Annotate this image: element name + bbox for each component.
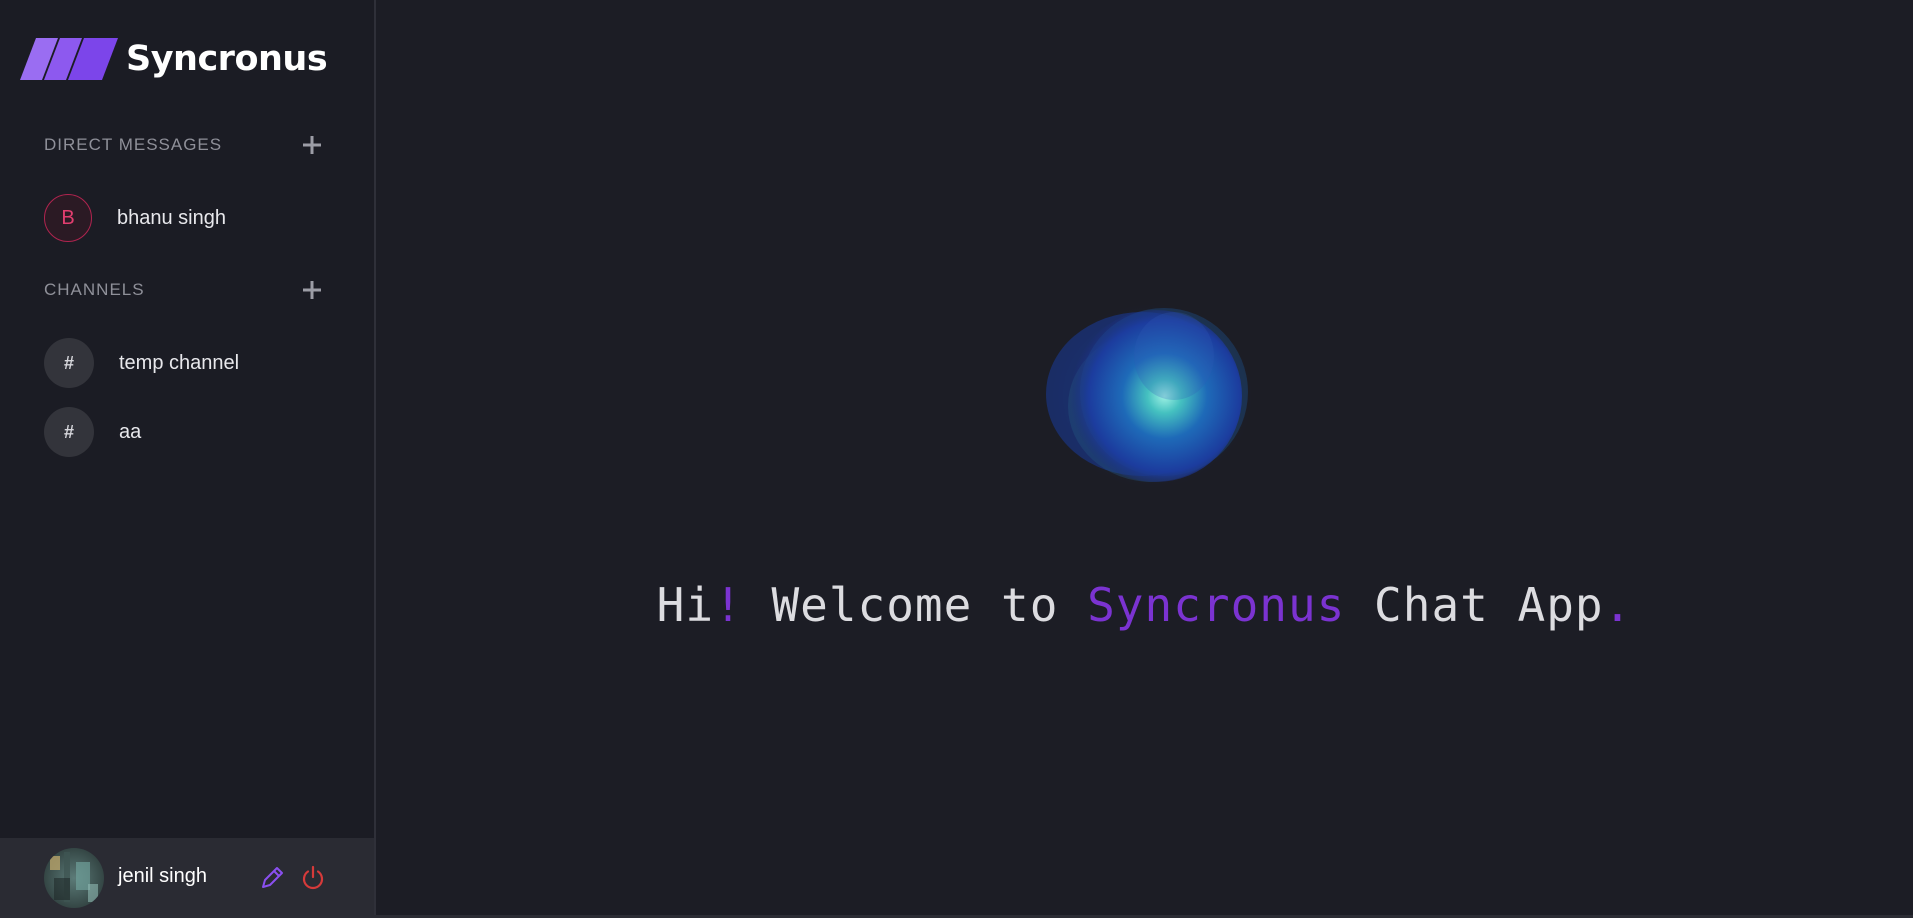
welcome-text: Welcome to [742, 578, 1088, 632]
plus-icon [303, 136, 321, 154]
add-channel-button[interactable] [298, 276, 326, 304]
direct-messages-header: DIRECT MESSAGES [44, 130, 326, 160]
profile-bar: jenil singh [0, 838, 374, 918]
welcome-period: . [1603, 578, 1633, 632]
channel-hash-icon: # [44, 407, 94, 457]
welcome-app-name: Syncronus [1087, 578, 1346, 632]
syncronus-logo-icon [20, 38, 118, 80]
dm-item-bhanu-singh[interactable]: B bhanu singh [44, 192, 326, 244]
profile-name: jenil singh [118, 865, 207, 887]
welcome-suffix: Chat App [1345, 578, 1604, 632]
profile-avatar[interactable] [44, 848, 104, 908]
power-icon [302, 865, 324, 890]
dm-avatar: B [44, 194, 92, 242]
plus-icon [303, 281, 321, 299]
welcome-message: Hi! Welcome to Syncronus Chat App. [376, 578, 1913, 632]
add-direct-message-button[interactable] [298, 131, 326, 159]
channel-item-label: aa [119, 420, 142, 443]
edit-profile-button[interactable] [258, 864, 286, 892]
logout-button[interactable] [299, 864, 327, 892]
main-panel: Hi! Welcome to Syncronus Chat App. [376, 0, 1913, 918]
pencil-icon [262, 867, 283, 888]
welcome-exclamation: ! [714, 578, 743, 632]
profile-photo-icon [44, 848, 104, 908]
channel-item-temp-channel[interactable]: # temp channel [44, 337, 326, 389]
channels-title: CHANNELS [44, 280, 145, 299]
channel-item-label: temp channel [119, 351, 240, 374]
sidebar: Syncronus DIRECT MESSAGES B bhanu singh … [0, 0, 376, 918]
welcome-hi: Hi [656, 578, 715, 632]
channel-hash-icon: # [44, 338, 94, 388]
welcome-orb-illustration [1046, 304, 1252, 488]
brand: Syncronus [20, 38, 328, 80]
brand-name: Syncronus [126, 39, 328, 79]
channels-header: CHANNELS [44, 275, 326, 305]
dm-item-label: bhanu singh [117, 206, 226, 229]
direct-messages-title: DIRECT MESSAGES [44, 135, 223, 154]
app-root: Syncronus DIRECT MESSAGES B bhanu singh … [0, 0, 1913, 918]
channel-item-aa[interactable]: # aa [44, 406, 326, 458]
